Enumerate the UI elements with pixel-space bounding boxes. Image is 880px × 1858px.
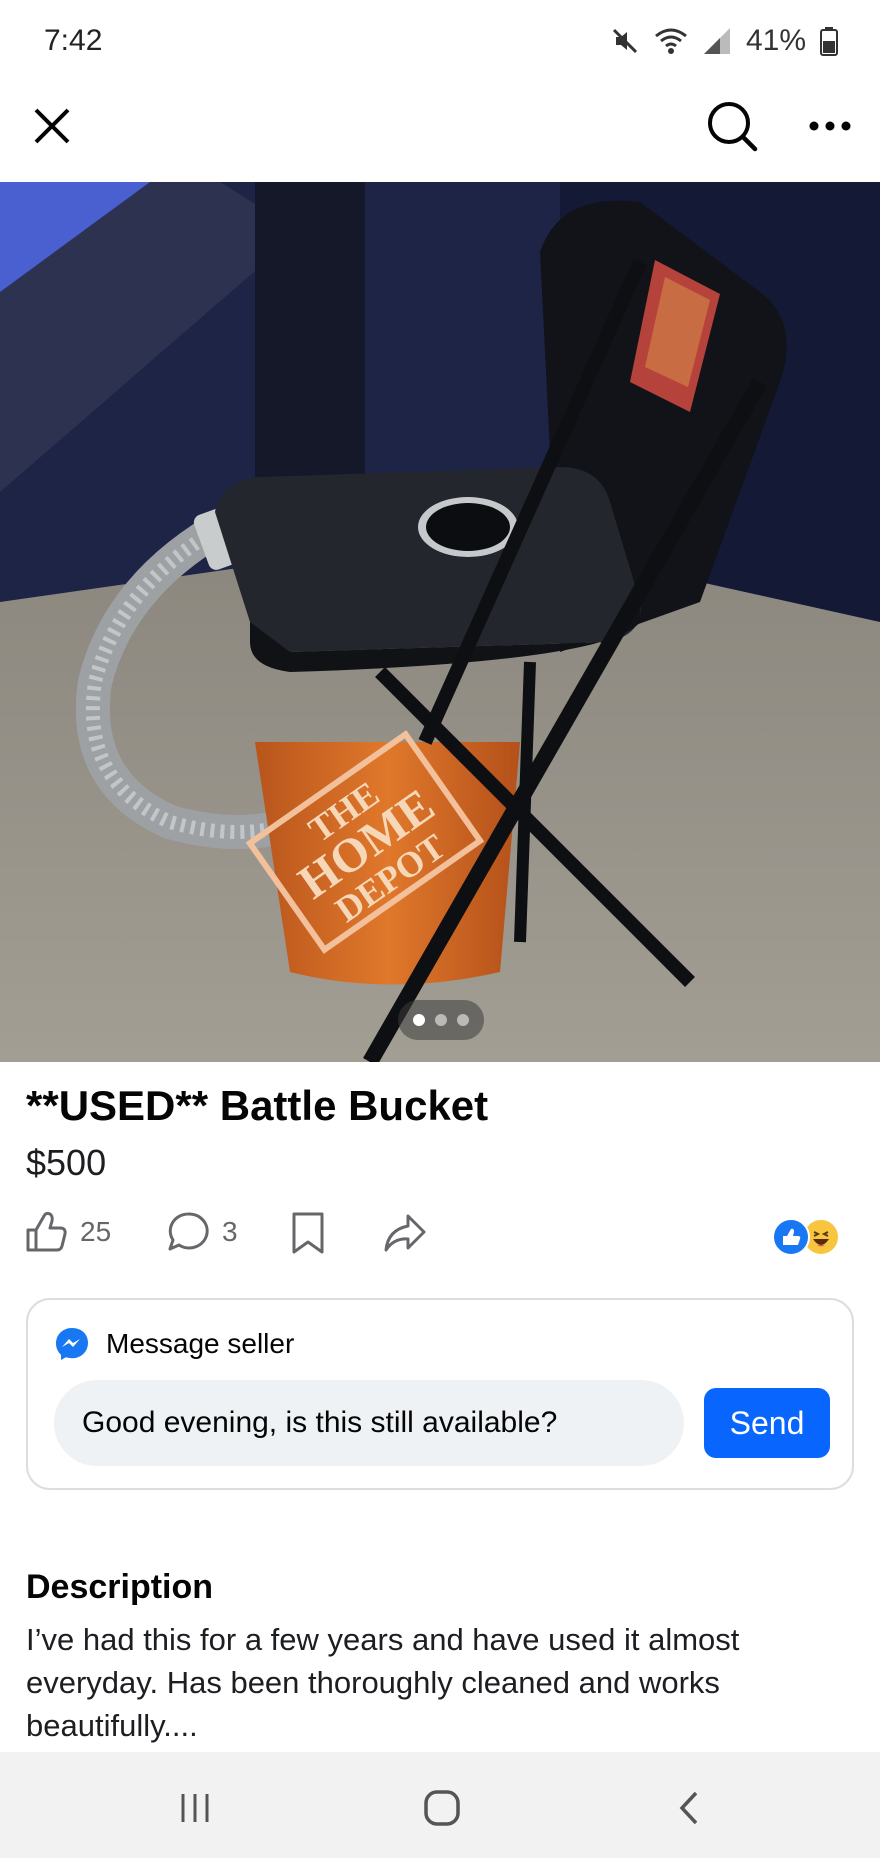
carousel-dot	[413, 1014, 425, 1026]
recents-icon	[181, 1794, 209, 1822]
listing-price: $500	[26, 1142, 107, 1183]
comment-icon	[168, 1212, 209, 1251]
like-icon	[26, 1211, 67, 1252]
status-time: 7:42	[44, 24, 103, 57]
listing-title: **USED** Battle Bucket	[26, 1082, 489, 1129]
comment-button[interactable]: 3	[166, 1210, 238, 1254]
search-button[interactable]	[702, 96, 762, 156]
close-icon	[34, 108, 70, 144]
action-row: 25 3	[24, 1210, 856, 1264]
like-reaction-icon	[772, 1218, 810, 1256]
like-button[interactable]: 25	[24, 1210, 111, 1254]
battery-percent: 41%	[745, 24, 806, 57]
system-nav-bar	[0, 1752, 880, 1858]
share-button[interactable]	[382, 1210, 428, 1254]
more-options-button[interactable]	[800, 96, 860, 156]
back-icon	[679, 1791, 698, 1825]
message-seller-header: Message seller	[54, 1326, 294, 1362]
product-photo[interactable]: THE HOME DEPOT	[0, 182, 880, 1062]
carousel-dot	[457, 1014, 469, 1026]
carousel-indicator	[398, 1000, 484, 1040]
close-button[interactable]	[24, 98, 80, 154]
battery-icon	[820, 26, 838, 56]
comment-count: 3	[222, 1216, 238, 1247]
recents-button[interactable]	[155, 1780, 235, 1836]
message-input[interactable]	[54, 1380, 684, 1466]
messenger-icon	[56, 1328, 88, 1360]
send-button[interactable]: Send	[704, 1388, 830, 1458]
status-bar: 7:42 41%	[0, 0, 880, 82]
save-icon	[292, 1212, 324, 1254]
search-icon	[708, 102, 758, 152]
description-heading: Description	[26, 1568, 214, 1606]
share-icon	[384, 1214, 426, 1252]
more-icon	[809, 121, 851, 131]
message-seller-label: Message seller	[106, 1328, 295, 1359]
description-text: I’ve had this for a few years and have u…	[26, 1622, 740, 1743]
message-seller-card: Message seller Send	[26, 1298, 854, 1490]
wifi-icon	[654, 26, 688, 56]
app-bar	[0, 82, 880, 182]
status-icons: 41%	[610, 24, 838, 58]
mute-icon	[610, 26, 640, 56]
signal-icon	[702, 26, 732, 56]
save-button[interactable]	[288, 1210, 328, 1256]
home-icon	[424, 1790, 460, 1826]
home-button[interactable]	[402, 1780, 482, 1836]
carousel-dot	[435, 1014, 447, 1026]
back-button[interactable]	[648, 1780, 728, 1836]
like-count: 25	[80, 1216, 112, 1247]
reactions-summary[interactable]	[772, 1218, 844, 1258]
